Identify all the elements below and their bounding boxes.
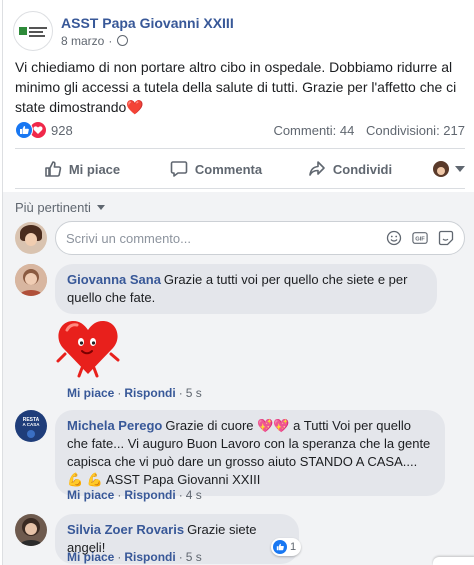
separator: · <box>178 550 183 564</box>
user-avatar <box>433 161 449 177</box>
share-icon <box>309 161 325 176</box>
hearts-emoji: 💖💖 <box>257 418 290 433</box>
chevron-down-icon <box>96 205 105 210</box>
sort-label: Più pertinenti <box>15 200 91 215</box>
post-date[interactable]: 8 marzo <box>61 33 104 49</box>
comment-item: Silvia Zoer Rovaris Grazie siete angeli! … <box>15 514 465 564</box>
chat-tab[interactable] <box>433 557 474 565</box>
reactions-summary[interactable]: 928 <box>15 121 73 139</box>
separator: · <box>117 488 122 502</box>
gif-icon[interactable]: GIF <box>412 230 428 246</box>
comments-count[interactable]: Commenti: 44 <box>273 123 354 138</box>
muscle-emoji: 💪 <box>67 472 84 487</box>
post-text: Vi chiediamo di non portare altro cibo i… <box>15 57 467 117</box>
separator: · <box>117 386 122 400</box>
comment-text: Grazie di cuore <box>165 418 254 433</box>
commenter-name[interactable]: Michela Perego <box>67 418 162 433</box>
comments-section: Più pertinenti Scrivi un commento... GIF <box>3 192 474 565</box>
comment-reply-button[interactable]: Rispondi <box>124 550 175 564</box>
comment-reply-button[interactable]: Rispondi <box>124 386 175 400</box>
comment-input[interactable]: Scrivi un commento... GIF <box>55 221 465 255</box>
comment-time[interactable]: 5 s <box>186 550 202 564</box>
post-meta: 8 marzo · <box>61 33 234 49</box>
reaction-count: 1 <box>290 541 297 553</box>
commenter-avatar[interactable] <box>15 514 47 546</box>
mention-text: ASST Papa Giovanni XXIII <box>105 472 261 487</box>
like-reaction-icon <box>273 540 287 554</box>
meta-separator: · <box>108 33 113 48</box>
comment-actions: Mi piace · Rispondi · 5 s <box>67 386 202 400</box>
divider <box>15 188 465 189</box>
separator: · <box>178 488 183 502</box>
commenter-avatar[interactable]: RESTA A CASA <box>15 410 47 442</box>
comment-reply-button[interactable]: Rispondi <box>124 488 175 502</box>
post-actions: Mi piace Commenta Condividi <box>15 152 465 186</box>
comment-time[interactable]: 5 s <box>186 386 202 400</box>
comment-button[interactable]: Commenta <box>149 160 283 178</box>
separator: · <box>117 550 122 564</box>
comment-sort-selector[interactable]: Più pertinenti <box>15 200 105 215</box>
commenter-name[interactable]: Silvia Zoer Rovaris <box>67 522 184 537</box>
commenter-name[interactable]: Giovanna Sana <box>67 272 161 287</box>
svg-text:GIF: GIF <box>415 237 425 243</box>
comment-time[interactable]: 4 s <box>186 488 202 502</box>
comment-placeholder: Scrivi un commento... <box>66 230 191 246</box>
comment-label: Commenta <box>194 161 263 177</box>
post-header: ASST Papa Giovanni XXIII 8 marzo · <box>13 10 234 52</box>
globe-icon <box>117 35 129 46</box>
reaction-count: 928 <box>51 122 73 138</box>
comment-like-button[interactable]: Mi piace <box>67 386 114 400</box>
svg-text:A CASA: A CASA <box>22 422 40 427</box>
share-button[interactable]: Condividi <box>283 160 417 178</box>
comment-composer: Scrivi un commento... GIF <box>15 220 465 256</box>
post-stats: 928 Commenti: 44 Condivisioni: 217 <box>15 120 465 140</box>
like-label: Mi piace <box>68 161 121 177</box>
comment-item: Giovanna Sana Grazie a tutti voi per quel… <box>15 264 465 400</box>
thumbs-up-icon <box>45 161 62 177</box>
share-label: Condividi <box>332 161 393 177</box>
divider <box>15 148 465 149</box>
post-card: ASST Papa Giovanni XXIII 8 marzo · Vi ch… <box>2 0 474 565</box>
emoji-icon[interactable] <box>386 230 402 246</box>
post-as-selector[interactable] <box>417 161 465 177</box>
comment-bubble: Michela Perego Grazie di cuore 💖💖 a Tutti… <box>55 410 445 496</box>
comment-like-button[interactable]: Mi piace <box>67 550 114 564</box>
commenter-avatar[interactable] <box>15 264 47 296</box>
comment-reaction-count[interactable]: 1 <box>271 538 302 556</box>
comment-icon <box>170 161 188 177</box>
chevron-down-icon <box>455 166 465 172</box>
heart-emoji: ❤️ <box>126 99 144 115</box>
like-reaction-icon <box>15 121 33 139</box>
shares-count[interactable]: Condivisioni: 217 <box>366 123 465 138</box>
user-avatar <box>15 222 47 254</box>
like-button[interactable]: Mi piace <box>15 160 149 178</box>
comment-actions: Mi piace · Rispondi · 4 s <box>67 488 202 502</box>
separator: · <box>178 386 183 400</box>
sticker-icon[interactable] <box>438 230 454 246</box>
comment-like-button[interactable]: Mi piace <box>67 488 114 502</box>
page-avatar[interactable] <box>13 11 53 51</box>
comment-actions: Mi piace · Rispondi · 5 s <box>67 550 202 564</box>
comment-bubble: Giovanna Sana Grazie a tutti voi per quel… <box>55 264 437 314</box>
heart-character-sticker <box>55 316 121 381</box>
muscle-emoji: 💪 <box>86 472 103 487</box>
post-body: Vi chiediamo di non portare altro cibo i… <box>15 59 457 115</box>
page-name[interactable]: ASST Papa Giovanni XXIII <box>61 14 234 32</box>
comment-item: RESTA A CASA Michela Perego Grazie di cuor… <box>15 410 465 502</box>
